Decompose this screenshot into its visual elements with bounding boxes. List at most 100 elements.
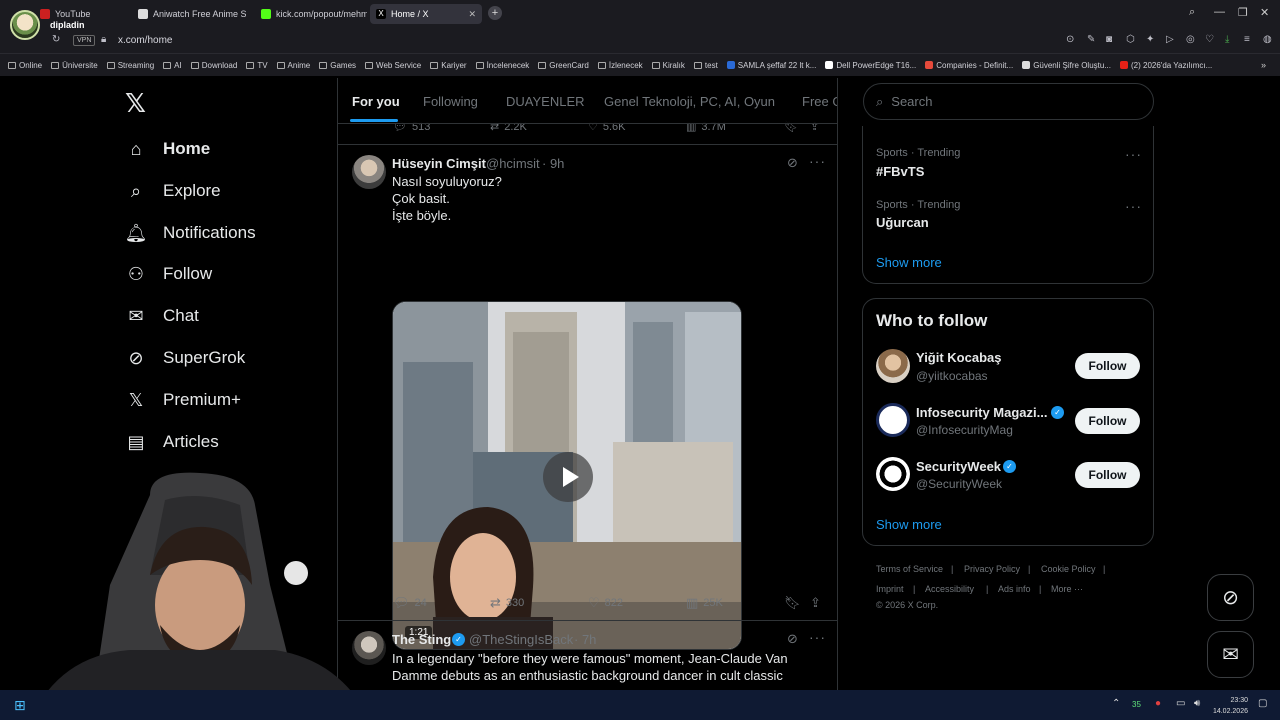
bookmark-item[interactable]: Streaming bbox=[106, 61, 154, 70]
author-name[interactable]: The Sting bbox=[392, 632, 451, 647]
search-input[interactable] bbox=[891, 94, 1122, 109]
bookmark-item[interactable]: İncelenecek bbox=[475, 61, 529, 70]
tab-genel-teknoloji[interactable]: Genel Teknoloji, PC, AI, Oyun bbox=[604, 94, 775, 109]
bookmark-item[interactable]: SAMLA şeffaf 22 lt k... bbox=[726, 61, 816, 70]
close-window-icon[interactable]: ✕ bbox=[1260, 6, 1269, 19]
avatar[interactable] bbox=[876, 349, 910, 383]
trend-more-icon[interactable]: ··· bbox=[1125, 198, 1142, 214]
profile-avatar[interactable] bbox=[10, 10, 40, 40]
nav-item-chat[interactable]: ✉ Chat bbox=[125, 301, 198, 331]
bookmark-item[interactable]: (2) 2026'da Yazılımcı... bbox=[1120, 61, 1212, 70]
edit-icon[interactable]: ✎ bbox=[1087, 34, 1095, 45]
minimize-icon[interactable]: — bbox=[1214, 6, 1225, 18]
reload-icon[interactable]: ↻ bbox=[52, 34, 60, 45]
tab-following[interactable]: Following bbox=[423, 94, 478, 109]
suggested-user-handle[interactable]: @yiitkocabas bbox=[916, 369, 988, 383]
tweet-time[interactable]: · 7h bbox=[574, 632, 596, 647]
lock-icon[interactable]: 🔒︎ bbox=[101, 34, 106, 45]
follow-button[interactable]: Follow bbox=[1075, 408, 1140, 434]
bookmark-item[interactable]: Kiralık bbox=[651, 61, 685, 70]
tab-for-you[interactable]: For you bbox=[352, 94, 400, 109]
bookmark-item[interactable]: İzlenecek bbox=[597, 61, 643, 70]
bookmark-item[interactable]: AI bbox=[163, 61, 182, 70]
nav-item-explore[interactable]: ⌕ Explore bbox=[125, 176, 221, 206]
trends-show-more-link[interactable]: Show more bbox=[876, 255, 942, 270]
reply-button[interactable]: 💬︎ 24 bbox=[393, 595, 427, 611]
views-button[interactable]: ▥ 25K bbox=[686, 595, 723, 611]
trend-name[interactable]: Uğurcan bbox=[876, 215, 929, 230]
bookmark-item[interactable]: Dell PowerEdge T16... bbox=[825, 61, 916, 70]
nav-item-premium[interactable]: 𝕏 Premium+ bbox=[125, 385, 241, 415]
browser-search-icon[interactable]: ⌕ bbox=[1189, 6, 1195, 19]
bookmark-item[interactable]: Games bbox=[319, 61, 356, 70]
repost-button[interactable]: ⇄ 330 bbox=[490, 595, 524, 611]
notifications-icon[interactable]: ▢ bbox=[1258, 698, 1267, 709]
follow-button[interactable]: Follow bbox=[1075, 353, 1140, 379]
bookmarks-overflow-icon[interactable]: » bbox=[1261, 60, 1266, 70]
avatar[interactable] bbox=[352, 155, 386, 189]
who-to-follow-show-more-link[interactable]: Show more bbox=[876, 517, 942, 532]
accessibility-link[interactable]: Accessibility bbox=[925, 584, 974, 594]
play-icon[interactable]: ▷ bbox=[1166, 34, 1174, 45]
imprint-link[interactable]: Imprint bbox=[876, 584, 904, 594]
messages-fab-button[interactable]: ✉ bbox=[1207, 631, 1254, 678]
bookmark-item[interactable]: Anime bbox=[276, 61, 310, 70]
suggested-user-name[interactable]: SecurityWeek bbox=[916, 459, 1001, 474]
author-name[interactable]: Hüseyin Cimşit bbox=[392, 156, 486, 171]
follow-button[interactable]: Follow bbox=[1075, 462, 1140, 488]
tab-duayenler[interactable]: DUAYENLER bbox=[506, 94, 585, 109]
download-icon[interactable]: ⤓ bbox=[1225, 34, 1229, 45]
adblock-icon[interactable]: ⬡ bbox=[1126, 34, 1135, 45]
avatar[interactable] bbox=[876, 457, 910, 491]
nav-item-home[interactable]: ⌂ Home bbox=[125, 134, 211, 164]
play-button[interactable] bbox=[543, 452, 593, 502]
nav-item-articles[interactable]: ▤ Articles bbox=[125, 427, 218, 457]
terms-link[interactable]: Terms of Service bbox=[876, 564, 943, 574]
tweet[interactable]: The Sting ✓ @TheStingIsBack · 7h ⊘ ··· I… bbox=[338, 621, 837, 698]
tab-aniwatch[interactable]: Aniwatch Free Anime Stre bbox=[132, 4, 246, 24]
avatar[interactable] bbox=[876, 403, 910, 437]
trend-more-icon[interactable]: ··· bbox=[1125, 146, 1142, 162]
bookmark-item[interactable]: TV bbox=[246, 61, 268, 70]
x-logo-icon[interactable]: 𝕏 bbox=[125, 88, 146, 119]
bookmark-item[interactable]: Download bbox=[190, 61, 237, 70]
bookmark-item[interactable]: test bbox=[693, 61, 718, 70]
search-bar[interactable]: ⌕ bbox=[863, 83, 1154, 120]
close-tab-icon[interactable]: ✕ bbox=[468, 9, 476, 20]
bookmark-item[interactable]: Companies - Definit... bbox=[925, 61, 1013, 70]
like-button[interactable]: ♡ 822 bbox=[588, 595, 623, 611]
bookmark-item[interactable]: Güvenli Şifre Oluştu... bbox=[1022, 61, 1111, 70]
bookmark-item[interactable]: Kariyer bbox=[430, 61, 467, 70]
author-handle[interactable]: @TheStingIsBack bbox=[469, 632, 573, 647]
wallet-icon[interactable]: ◎ bbox=[1186, 34, 1195, 45]
grok-fab-button[interactable]: ⊘ bbox=[1207, 574, 1254, 621]
url-field[interactable]: x.com/home bbox=[118, 35, 172, 46]
bookmark-item[interactable]: Üniversite bbox=[51, 61, 98, 70]
windows-start-icon[interactable]: ⊞ bbox=[14, 697, 26, 714]
tray-app-icon[interactable]: ● bbox=[1155, 698, 1161, 709]
suggested-user-name[interactable]: Yiğit Kocabaş bbox=[916, 350, 1001, 365]
more-options-icon[interactable]: ··· bbox=[809, 629, 826, 645]
privacy-link[interactable]: Privacy Policy bbox=[964, 564, 1020, 574]
grok-icon[interactable]: ⊘ bbox=[787, 155, 798, 171]
author-handle[interactable]: @hcimsit bbox=[486, 156, 540, 171]
vpn-badge[interactable]: VPN bbox=[73, 35, 96, 46]
network-icon[interactable]: ▭ bbox=[1176, 698, 1185, 709]
volume-icon[interactable]: 🔊︎ bbox=[1194, 698, 1200, 709]
tab-kick[interactable]: kick.com/popout/mehme bbox=[255, 4, 367, 24]
zoom-icon[interactable]: ⊙ bbox=[1066, 34, 1074, 45]
trend-name[interactable]: #FBvTS bbox=[876, 164, 924, 179]
suggested-user-handle[interactable]: @SecurityWeek bbox=[916, 477, 1002, 491]
extensions-icon[interactable]: ✦ bbox=[1146, 34, 1154, 45]
grok-icon[interactable]: ⊘ bbox=[787, 631, 798, 647]
camera-icon[interactable]: ◙ bbox=[1106, 34, 1112, 45]
more-link[interactable]: More ··· bbox=[1051, 584, 1083, 594]
bookmark-icon[interactable]: 🔖︎ bbox=[784, 595, 801, 611]
cookie-policy-link[interactable]: Cookie Policy bbox=[1041, 564, 1096, 574]
ads-info-link[interactable]: Ads info bbox=[998, 584, 1031, 594]
tray-chevron-icon[interactable]: ⌃ bbox=[1112, 698, 1120, 709]
heart-icon[interactable]: ♡ bbox=[1205, 34, 1214, 45]
system-clock[interactable]: 23:30 14.02.2026 bbox=[1213, 695, 1248, 717]
menu-icon[interactable]: ≡ bbox=[1244, 34, 1250, 45]
nav-item-notifications[interactable]: 🔔︎ Notifications bbox=[125, 218, 256, 248]
